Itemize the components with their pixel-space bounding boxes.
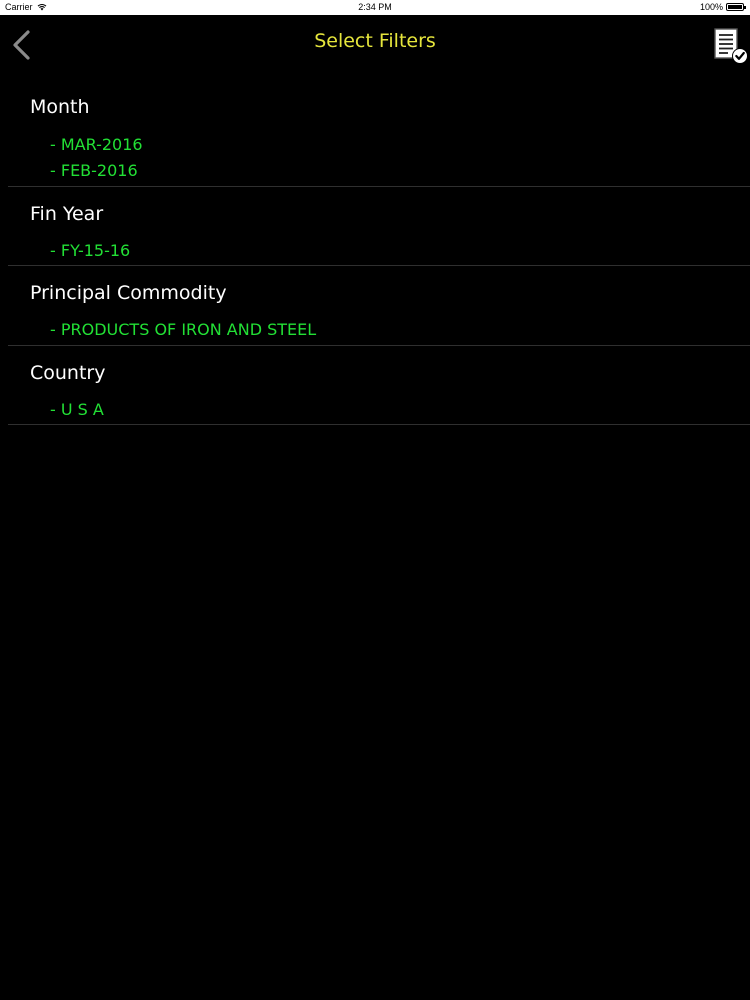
- battery-indicator: 100%: [699, 2, 746, 12]
- filter-value: - FY-15-16: [50, 241, 131, 260]
- filter-value: - FEB-2016: [50, 161, 138, 180]
- filter-value: - MAR-2016: [50, 135, 143, 154]
- battery-icon: [726, 3, 746, 11]
- page-title: Select Filters: [314, 30, 436, 52]
- apply-filters-button[interactable]: [712, 27, 748, 65]
- battery-fill: [728, 5, 742, 9]
- section-title-country: Country: [30, 362, 106, 384]
- section-title-principal-commodity: Principal Commodity: [30, 282, 227, 304]
- filter-section-country[interactable]: Country - U S A: [8, 346, 750, 425]
- status-time: 2:34 PM: [358, 2, 392, 12]
- navigation-bar: Select Filters: [0, 15, 750, 75]
- section-title-fin-year: Fin Year: [30, 203, 104, 225]
- filter-section-fin-year[interactable]: Fin Year - FY-15-16: [8, 187, 750, 266]
- filter-section-principal-commodity[interactable]: Principal Commodity - PRODUCTS OF IRON A…: [8, 266, 750, 346]
- filter-value: - PRODUCTS OF IRON AND STEEL: [50, 320, 317, 339]
- status-bar: Carrier 2:34 PM 100%: [0, 0, 750, 15]
- document-check-icon: [714, 28, 748, 64]
- filter-value: - U S A: [50, 400, 104, 419]
- filter-section-month[interactable]: Month - MAR-2016 - FEB-2016: [8, 75, 750, 187]
- section-title-month: Month: [30, 96, 90, 118]
- filter-list: Month - MAR-2016 - FEB-2016 Fin Year - F…: [8, 75, 750, 425]
- battery-percent: 100%: [699, 2, 723, 12]
